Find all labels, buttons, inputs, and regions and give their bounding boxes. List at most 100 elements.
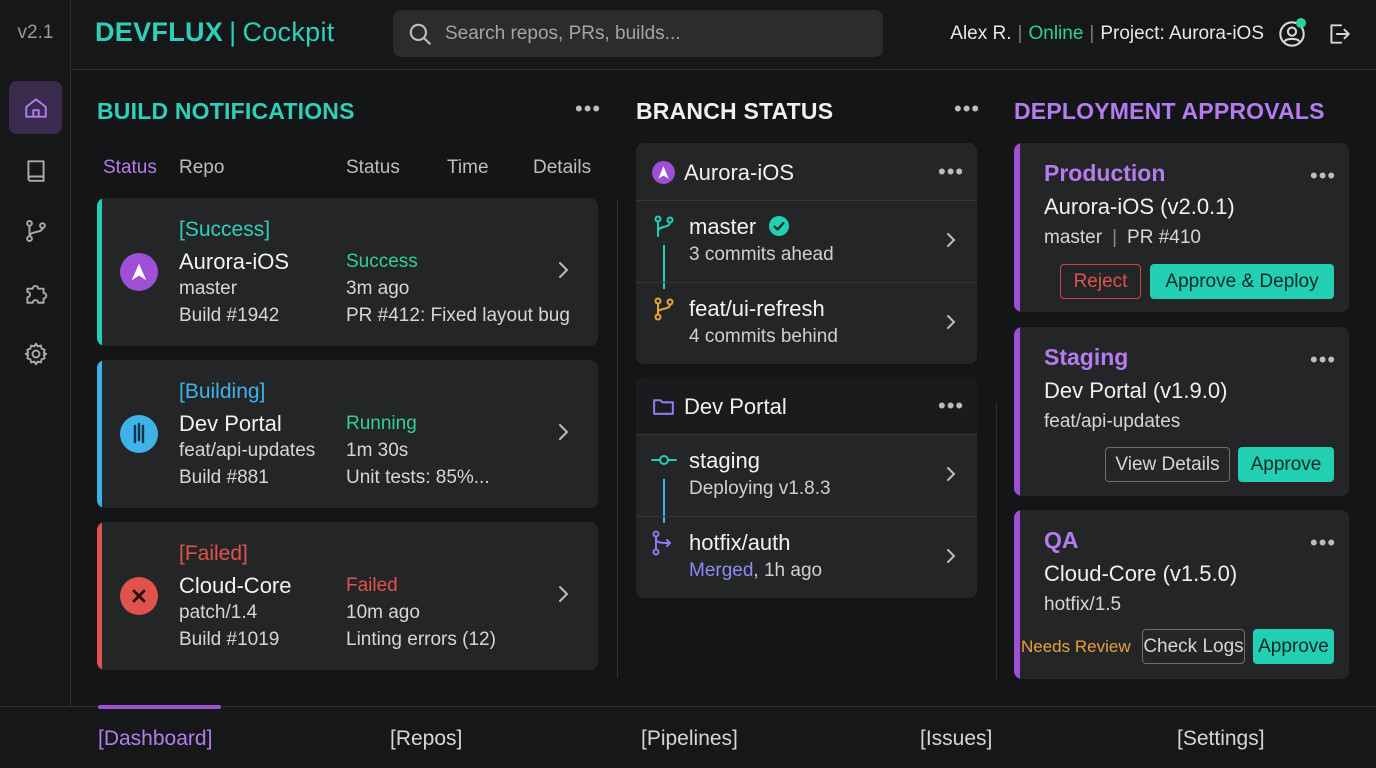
repo-header[interactable]: Dev Portal ••• bbox=[636, 377, 977, 435]
dev-portal-icon bbox=[120, 415, 158, 453]
branch-row-staging[interactable]: staging Deploying v1.8.3 bbox=[636, 435, 977, 523]
branch-name: feat/ui-refresh bbox=[689, 296, 825, 321]
chevron-right-icon[interactable] bbox=[942, 229, 960, 251]
more-options-icon[interactable]: ••• bbox=[1310, 532, 1336, 554]
nav-repos[interactable]: [Repos] bbox=[390, 727, 462, 751]
branch-row-feat-ui-refresh[interactable]: feat/ui-refresh 4 commits behind bbox=[636, 282, 977, 363]
column-header-details[interactable]: Details bbox=[533, 157, 591, 179]
chevron-right-icon[interactable] bbox=[553, 258, 573, 282]
puzzle-icon bbox=[25, 284, 47, 304]
column-header-status-2[interactable]: Status bbox=[346, 157, 400, 179]
build-card-failed[interactable]: [Failed] Cloud-Core patch/1.4 Build #101… bbox=[97, 522, 598, 670]
build-details: Unit tests: 85%... bbox=[346, 467, 490, 488]
column-header-time[interactable]: Time bbox=[447, 157, 489, 179]
more-options-icon[interactable]: ••• bbox=[1310, 165, 1336, 187]
sidebar-item-home[interactable] bbox=[9, 81, 62, 134]
chevron-right-icon[interactable] bbox=[942, 463, 960, 485]
brand-product: Cockpit bbox=[242, 17, 335, 47]
build-notifications-title: BUILD NOTIFICATIONS bbox=[97, 98, 355, 124]
deploy-env: Staging bbox=[1044, 344, 1129, 370]
deployment-approvals-title: DEPLOYMENT APPROVALS bbox=[1014, 98, 1325, 124]
search-input[interactable] bbox=[393, 10, 883, 57]
sidebar-item-settings[interactable] bbox=[9, 327, 62, 380]
separator: | bbox=[1017, 23, 1023, 44]
check-circle-icon bbox=[769, 216, 790, 236]
build-number: Build #1942 bbox=[179, 305, 280, 326]
needs-review-label: Needs Review bbox=[1021, 637, 1131, 656]
build-time: 10m ago bbox=[346, 602, 420, 623]
more-options-icon[interactable]: ••• bbox=[575, 98, 601, 120]
sidebar-item-extensions[interactable] bbox=[9, 266, 62, 319]
build-branch: feat/api-updates bbox=[179, 440, 316, 461]
sidebar: v2.1 bbox=[0, 0, 71, 706]
build-card-building[interactable]: [Building] Dev Portal feat/api-updates B… bbox=[97, 360, 598, 508]
branch-sub: Deploying v1.8.3 bbox=[689, 478, 831, 499]
repo-name: Aurora-iOS bbox=[684, 160, 795, 185]
chevron-right-icon[interactable] bbox=[942, 545, 960, 567]
build-details: PR #412: Fixed layout bug bbox=[346, 305, 570, 326]
logout-icon[interactable] bbox=[1326, 21, 1352, 47]
deploy-app: Aurora-iOS (v2.0.1) bbox=[1044, 194, 1235, 219]
deploy-branch: hotfix/1.5 bbox=[1044, 594, 1122, 615]
build-repo: Dev Portal bbox=[179, 411, 282, 436]
build-branch: patch/1.4 bbox=[179, 602, 258, 623]
branch-sub: 3 commits ahead bbox=[689, 244, 834, 265]
nav-dashboard[interactable]: [Dashboard] bbox=[98, 727, 212, 751]
build-repo: Cloud-Core bbox=[179, 573, 292, 598]
repo-header[interactable]: Aurora-iOS ••• bbox=[636, 143, 977, 201]
meta-separator: | bbox=[1112, 227, 1118, 248]
deploy-app: Cloud-Core (v1.5.0) bbox=[1044, 561, 1238, 586]
deploy-pr: PR #410 bbox=[1127, 227, 1201, 248]
user-name: Alex R. bbox=[950, 23, 1012, 44]
build-branch: master bbox=[179, 278, 238, 299]
book-icon bbox=[26, 159, 45, 182]
repo-card-aurora: Aurora-iOS ••• master 3 commits ahead fe… bbox=[636, 143, 977, 364]
git-commit-icon bbox=[651, 455, 677, 465]
build-tag: [Success] bbox=[179, 218, 271, 241]
column-header-status[interactable]: Status bbox=[103, 157, 157, 179]
deploy-meta: master | PR #410 bbox=[1044, 227, 1201, 249]
more-options-icon[interactable]: ••• bbox=[954, 98, 980, 120]
nav-issues[interactable]: [Issues] bbox=[920, 727, 992, 751]
gear-icon bbox=[24, 342, 47, 365]
approve-deploy-button[interactable]: Approve & Deploy bbox=[1150, 264, 1334, 299]
more-options-icon[interactable]: ••• bbox=[938, 395, 964, 417]
sidebar-item-repos[interactable] bbox=[9, 143, 62, 196]
deploy-env: Production bbox=[1044, 160, 1166, 186]
view-details-button[interactable]: View Details bbox=[1105, 447, 1230, 482]
deploy-card-staging: Staging ••• Dev Portal (v1.9.0) feat/api… bbox=[1014, 327, 1349, 496]
status-bar bbox=[1014, 143, 1020, 312]
build-tag: [Building] bbox=[179, 380, 266, 403]
more-options-icon[interactable]: ••• bbox=[1310, 349, 1336, 371]
status-bar bbox=[97, 198, 102, 346]
check-logs-button[interactable]: Check Logs bbox=[1142, 629, 1245, 664]
nav-settings[interactable]: [Settings] bbox=[1177, 727, 1265, 751]
build-card-success[interactable]: [Success] Aurora-iOS master Build #1942 … bbox=[97, 198, 598, 346]
reject-button[interactable]: Reject bbox=[1060, 264, 1141, 299]
column-header-repo[interactable]: Repo bbox=[179, 157, 224, 179]
folder-icon bbox=[653, 399, 674, 415]
brand-separator: | bbox=[229, 17, 237, 47]
status-bar bbox=[1014, 327, 1020, 496]
search-icon bbox=[409, 23, 431, 45]
brand-logo[interactable]: DEVFLUX | Cockpit bbox=[95, 17, 335, 48]
user-status: Online bbox=[1028, 23, 1084, 44]
build-time: 1m 30s bbox=[346, 440, 409, 461]
approve-button[interactable]: Approve bbox=[1238, 447, 1334, 482]
deploy-card-qa: QA ••• Cloud-Core (v1.5.0) hotfix/1.5 Ne… bbox=[1014, 510, 1349, 679]
separator: | bbox=[1089, 23, 1095, 44]
more-options-icon[interactable]: ••• bbox=[938, 161, 964, 183]
deploy-branch: master bbox=[1044, 227, 1103, 248]
chevron-right-icon[interactable] bbox=[942, 311, 960, 333]
branch-row-master[interactable]: master 3 commits ahead bbox=[636, 201, 977, 289]
chevron-right-icon[interactable] bbox=[553, 420, 573, 444]
sidebar-item-branches[interactable] bbox=[9, 204, 62, 257]
approve-button[interactable]: Approve bbox=[1253, 629, 1334, 664]
branch-name-text: master bbox=[689, 214, 757, 239]
chevron-right-icon[interactable] bbox=[553, 582, 573, 606]
nav-pipelines[interactable]: [Pipelines] bbox=[641, 727, 738, 751]
build-time: 3m ago bbox=[346, 278, 410, 299]
branch-row-hotfix-auth[interactable]: hotfix/auth Merged, 1h ago bbox=[636, 516, 977, 597]
column-divider bbox=[617, 200, 618, 678]
status-bar bbox=[97, 522, 102, 670]
